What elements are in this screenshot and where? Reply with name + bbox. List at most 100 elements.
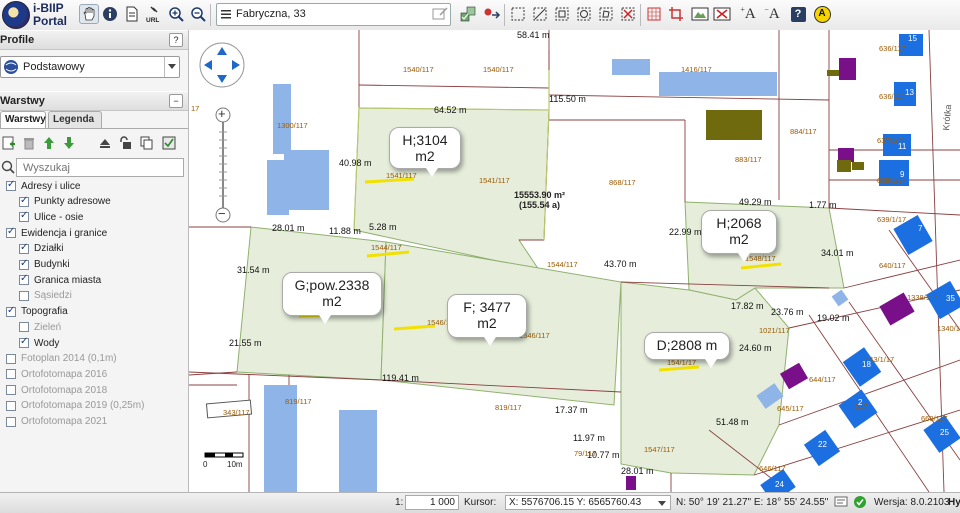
layer-item[interactable]: Sąsiedzi: [19, 288, 72, 304]
layer-checkbox[interactable]: [6, 305, 16, 317]
document-icon[interactable]: [122, 4, 142, 24]
address-search-field[interactable]: Fabryczna, 33: [216, 3, 451, 26]
delete-layer-icon[interactable]: [22, 136, 36, 150]
layers-check-icon[interactable]: [458, 4, 478, 24]
grid-icon[interactable]: [644, 4, 664, 24]
distance-label: 28.01 m: [621, 466, 654, 476]
layer-checkbox[interactable]: [6, 416, 16, 427]
layer-checkbox[interactable]: [19, 322, 29, 333]
pan-control[interactable]: [199, 42, 245, 88]
zoom-in-icon[interactable]: [166, 4, 186, 24]
layer-label: Punkty adresowe: [34, 196, 111, 208]
layer-item[interactable]: Ortofotomapa 2018: [6, 382, 107, 398]
layer-item[interactable]: Ewidencja i granice: [6, 225, 107, 241]
address-value[interactable]: Fabryczna, 33: [236, 8, 306, 20]
zoom-slider[interactable]: [215, 107, 231, 223]
select-box-icon[interactable]: [552, 4, 572, 24]
pan-hand-icon[interactable]: [79, 4, 99, 24]
layer-checkbox[interactable]: [19, 242, 29, 254]
layer-checkbox[interactable]: [19, 336, 29, 348]
profile-help-button[interactable]: ?: [169, 33, 183, 47]
accessibility-icon[interactable]: A: [812, 4, 832, 24]
parcel-label: 1540/117: [483, 65, 514, 74]
url-icon[interactable]: URL: [144, 4, 164, 24]
crop-icon[interactable]: [666, 4, 686, 24]
bubble-g-line2: m2: [322, 293, 342, 309]
parcel-label: 639/1/17: [877, 215, 907, 224]
info-icon[interactable]: [100, 4, 120, 24]
tab-legend[interactable]: Legenda: [48, 111, 102, 128]
select-poly-icon[interactable]: [596, 4, 616, 24]
distance-label: 31.54 m: [237, 265, 270, 275]
parcel-label: 1340/1: [937, 324, 960, 333]
cursor-xy-value: X: 5576706.15 Y: 6565760.43: [509, 497, 642, 508]
scale-zero: 0: [203, 460, 208, 469]
layer-label: Sąsiedzi: [34, 290, 72, 302]
parcel-label: 1338/117: [907, 293, 938, 302]
clear-selection-icon[interactable]: [618, 4, 638, 24]
layer-checkbox[interactable]: [6, 353, 16, 364]
layer-item[interactable]: Działki: [19, 241, 63, 257]
eject-icon[interactable]: [98, 136, 112, 150]
layer-checkbox[interactable]: [6, 226, 16, 239]
select-circle-icon[interactable]: [574, 4, 594, 24]
layer-item[interactable]: Ortofotomapa 2021: [6, 414, 107, 430]
remove-layer-icon[interactable]: [712, 4, 732, 24]
draw-line-icon[interactable]: [530, 4, 550, 24]
chevron-down-icon[interactable]: [658, 499, 666, 510]
house-number: 18: [861, 360, 872, 369]
profile-globe-icon: [3, 59, 19, 78]
lock-icon[interactable]: [118, 136, 132, 150]
chevron-down-icon[interactable]: [164, 57, 179, 77]
layer-item[interactable]: Ortofotomapa 2019 (0,25m): [6, 398, 144, 414]
profile-value: Podstawowy: [23, 61, 85, 73]
layer-item[interactable]: Budynki: [19, 257, 70, 273]
profile-select[interactable]: Podstawowy: [0, 56, 180, 78]
font-larger-icon[interactable]: +A: [738, 4, 758, 24]
layer-search-input[interactable]: [21, 159, 180, 176]
add-layer-icon[interactable]: [2, 136, 16, 150]
message-icon[interactable]: [834, 496, 848, 512]
layer-checkbox[interactable]: [19, 210, 29, 223]
layer-item[interactable]: Topografia: [6, 304, 68, 320]
select-rect-icon[interactable]: [508, 4, 528, 24]
collapse-layers-button[interactable]: −: [169, 94, 183, 108]
move-down-icon[interactable]: [62, 136, 76, 150]
map-view[interactable]: + − 0 10m 15553.90 m² (155.54 a) Krótka …: [189, 30, 960, 492]
move-up-icon[interactable]: [42, 136, 56, 150]
scale-bar: [204, 452, 244, 458]
tab-layers[interactable]: Warstwy: [0, 111, 46, 128]
layer-item[interactable]: Granica miasta: [19, 272, 101, 288]
layer-checkbox[interactable]: [19, 258, 29, 270]
route-icon[interactable]: [482, 4, 502, 24]
layer-search-box[interactable]: [16, 158, 184, 177]
layer-checkbox[interactable]: [19, 273, 29, 286]
layer-item[interactable]: Punkty adresowe: [19, 194, 111, 210]
layer-checkbox[interactable]: [19, 290, 29, 301]
layer-item[interactable]: Wody: [19, 335, 59, 351]
edit-address-icon[interactable]: [432, 6, 448, 21]
layer-label: Zieleń: [34, 321, 62, 333]
layer-checkbox[interactable]: [6, 369, 16, 380]
font-smaller-icon[interactable]: −A: [762, 4, 782, 24]
layer-item[interactable]: Fotoplan 2014 (0,1m): [6, 351, 117, 367]
layer-item[interactable]: Adresy i ulice: [6, 178, 80, 194]
layer-checkbox[interactable]: [6, 179, 16, 191]
layer-checkbox[interactable]: [19, 195, 29, 207]
layer-item[interactable]: Zieleń: [19, 319, 61, 335]
layer-item[interactable]: Ulice - osie: [19, 209, 83, 225]
copy-icon[interactable]: [140, 136, 154, 150]
zoom-out-icon[interactable]: [188, 4, 208, 24]
app-logo[interactable]: i-BIIP Portal: [2, 1, 72, 29]
bubble-h2-line1: H;2068: [716, 215, 762, 231]
zoom-out-control[interactable]: −: [218, 206, 226, 221]
scale-input[interactable]: 1 000: [405, 495, 459, 510]
layer-settings-icon[interactable]: [162, 136, 176, 150]
layer-item[interactable]: Ortofotomapa 2016: [6, 366, 107, 382]
layer-checkbox[interactable]: [6, 385, 16, 396]
layer-checkbox[interactable]: [6, 400, 16, 411]
menu-icon[interactable]: [220, 7, 232, 24]
zoom-in-control[interactable]: +: [218, 106, 226, 121]
help-icon[interactable]: ?: [788, 4, 808, 24]
print-map-icon[interactable]: [690, 4, 710, 24]
